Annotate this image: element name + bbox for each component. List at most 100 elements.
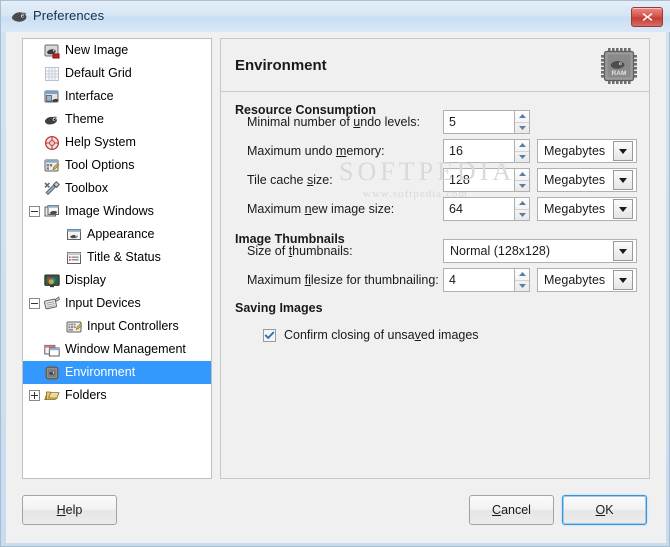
input-maximum-filesize-thumbnailing[interactable]: 4: [443, 268, 515, 292]
sidebar-item-label: Toolbox: [65, 181, 109, 196]
spinner-down-icon[interactable]: [515, 152, 529, 163]
combo-maximum-undo-memory-unit[interactable]: Megabytes: [537, 139, 637, 163]
spinner-up-icon[interactable]: [515, 198, 529, 210]
chevron-down-icon[interactable]: [613, 141, 633, 161]
sidebar-item-tool-options[interactable]: Tool Options: [23, 154, 211, 177]
cancel-button[interactable]: Cancel: [469, 495, 554, 525]
sidebar-item-interface[interactable]: Interface: [23, 85, 211, 108]
help-button[interactable]: Help: [22, 495, 117, 525]
sidebar-item-default-grid[interactable]: Default Grid: [23, 62, 211, 85]
sidebar-item-label: Help System: [65, 135, 136, 150]
sidebar-item-toolbox[interactable]: Toolbox: [23, 177, 211, 200]
combo-value: Megabytes: [544, 173, 606, 187]
label-maximum-undo-memory: Maximum undo memory:: [247, 144, 385, 158]
spinner-up-icon[interactable]: [515, 169, 529, 181]
tree-expander-spacer: [29, 91, 40, 102]
spinner-down-icon[interactable]: [515, 181, 529, 192]
combo-maximum-new-image-size-unit[interactable]: Megabytes: [537, 197, 637, 221]
collapse-icon[interactable]: [29, 298, 40, 309]
sidebar-item-new-image[interactable]: New Image: [23, 39, 211, 62]
input-maximum-undo-memory[interactable]: 16: [443, 139, 515, 163]
tree-expander-spacer: [29, 367, 40, 378]
sidebar-item-environment[interactable]: Environment: [23, 361, 211, 384]
sidebar-item-appearance[interactable]: Appearance: [23, 223, 211, 246]
combo-value: Normal (128x128): [450, 244, 551, 258]
input-devices-icon: [44, 295, 60, 312]
spinner-down-icon[interactable]: [515, 123, 529, 134]
label-size-of-thumbnails: Size of thumbnails:: [247, 244, 353, 258]
sidebar-item-label: Default Grid: [65, 66, 132, 81]
chevron-down-icon[interactable]: [613, 241, 633, 261]
checkbox-box[interactable]: [263, 328, 276, 342]
input-tile-cache-size[interactable]: 128: [443, 168, 515, 192]
theme-icon: [44, 112, 60, 128]
spinner-maximum-new-image-size[interactable]: [515, 197, 530, 221]
titlebar[interactable]: Preferences: [1, 1, 670, 32]
svg-text:RAM: RAM: [611, 70, 627, 77]
dialog-client-area: New Image Default Grid Interface Theme Help …: [6, 32, 666, 543]
tree-expander-spacer: [29, 183, 40, 194]
preferences-dialog: Preferences New Image Default Grid Interfa…: [0, 0, 670, 547]
tree-expander-spacer: [29, 68, 40, 79]
sidebar-item-label: Folders: [65, 388, 107, 403]
sidebar-item-label: Appearance: [87, 227, 155, 242]
chevron-down-icon[interactable]: [613, 170, 633, 190]
combo-size-of-thumbnails[interactable]: Normal (128x128): [443, 239, 637, 263]
spinner-up-icon[interactable]: [515, 269, 529, 281]
help-system-icon: [44, 135, 60, 151]
combo-value: Megabytes: [544, 144, 606, 158]
checkbox-label: Confirm closing of unsaved images: [284, 328, 479, 342]
collapse-icon[interactable]: [29, 206, 40, 217]
section-title-saving-images: Saving Images: [235, 301, 323, 315]
combo-value: Megabytes: [544, 273, 606, 287]
sidebar-item-display[interactable]: Display: [23, 269, 211, 292]
tree-expander-spacer: [51, 252, 62, 263]
spinner-maximum-undo-memory[interactable]: [515, 139, 530, 163]
spinner-up-icon[interactable]: [515, 111, 529, 123]
sidebar-item-input-controllers[interactable]: Input Controllers: [23, 315, 211, 338]
interface-icon: [44, 89, 60, 105]
tree-expander-spacer: [29, 275, 40, 286]
spinner-minimal-undo-levels[interactable]: [515, 110, 530, 134]
check-icon: [264, 330, 275, 339]
spinner-tile-cache-size[interactable]: [515, 168, 530, 192]
tree-expander-spacer: [51, 321, 62, 332]
sidebar-item-help-system[interactable]: Help System: [23, 131, 211, 154]
sidebar-item-input-devices[interactable]: Input Devices: [23, 292, 211, 315]
toolbox-icon: [44, 180, 60, 197]
spinner-down-icon[interactable]: [515, 281, 529, 292]
spinner-down-icon[interactable]: [515, 210, 529, 221]
combo-value: Megabytes: [544, 202, 606, 216]
tool-options-icon: [44, 158, 60, 174]
expand-icon[interactable]: [29, 390, 40, 401]
chevron-down-icon[interactable]: [613, 199, 633, 219]
sidebar-item-theme[interactable]: Theme: [23, 108, 211, 131]
tree-expander-spacer: [29, 160, 40, 171]
label-tile-cache-size: Tile cache size:: [247, 173, 333, 187]
sidebar-item-title-status[interactable]: Title & Status: [23, 246, 211, 269]
folders-icon: [44, 388, 60, 404]
preferences-tree[interactable]: New Image Default Grid Interface Theme Help …: [22, 38, 212, 479]
sidebar-item-folders[interactable]: Folders: [23, 384, 211, 407]
input-maximum-new-image-size[interactable]: 64: [443, 197, 515, 221]
sidebar-item-window-management[interactable]: Window Management: [23, 338, 211, 361]
ok-button[interactable]: OK: [562, 495, 647, 525]
ram-chip-icon: RAM: [599, 46, 639, 86]
sidebar-item-label: Tool Options: [65, 158, 135, 173]
default-grid-icon: [44, 66, 60, 82]
close-button[interactable]: [631, 7, 663, 27]
spinner-up-icon[interactable]: [515, 140, 529, 152]
title-status-icon: [66, 250, 82, 266]
sidebar-item-label: Input Devices: [65, 296, 141, 311]
sidebar-item-image-windows[interactable]: Image Windows: [23, 200, 211, 223]
tree-expander-spacer: [29, 114, 40, 125]
combo-maximum-filesize-unit[interactable]: Megabytes: [537, 268, 637, 292]
sidebar-item-label: Image Windows: [65, 204, 154, 219]
appearance-icon: [66, 227, 82, 243]
window-management-icon: [44, 342, 60, 358]
chevron-down-icon[interactable]: [613, 270, 633, 290]
input-minimal-undo-levels[interactable]: 5: [443, 110, 515, 134]
combo-tile-cache-size-unit[interactable]: Megabytes: [537, 168, 637, 192]
spinner-maximum-filesize-thumbnailing[interactable]: [515, 268, 530, 292]
checkbox-confirm-closing-unsaved[interactable]: Confirm closing of unsaved images: [263, 328, 479, 342]
